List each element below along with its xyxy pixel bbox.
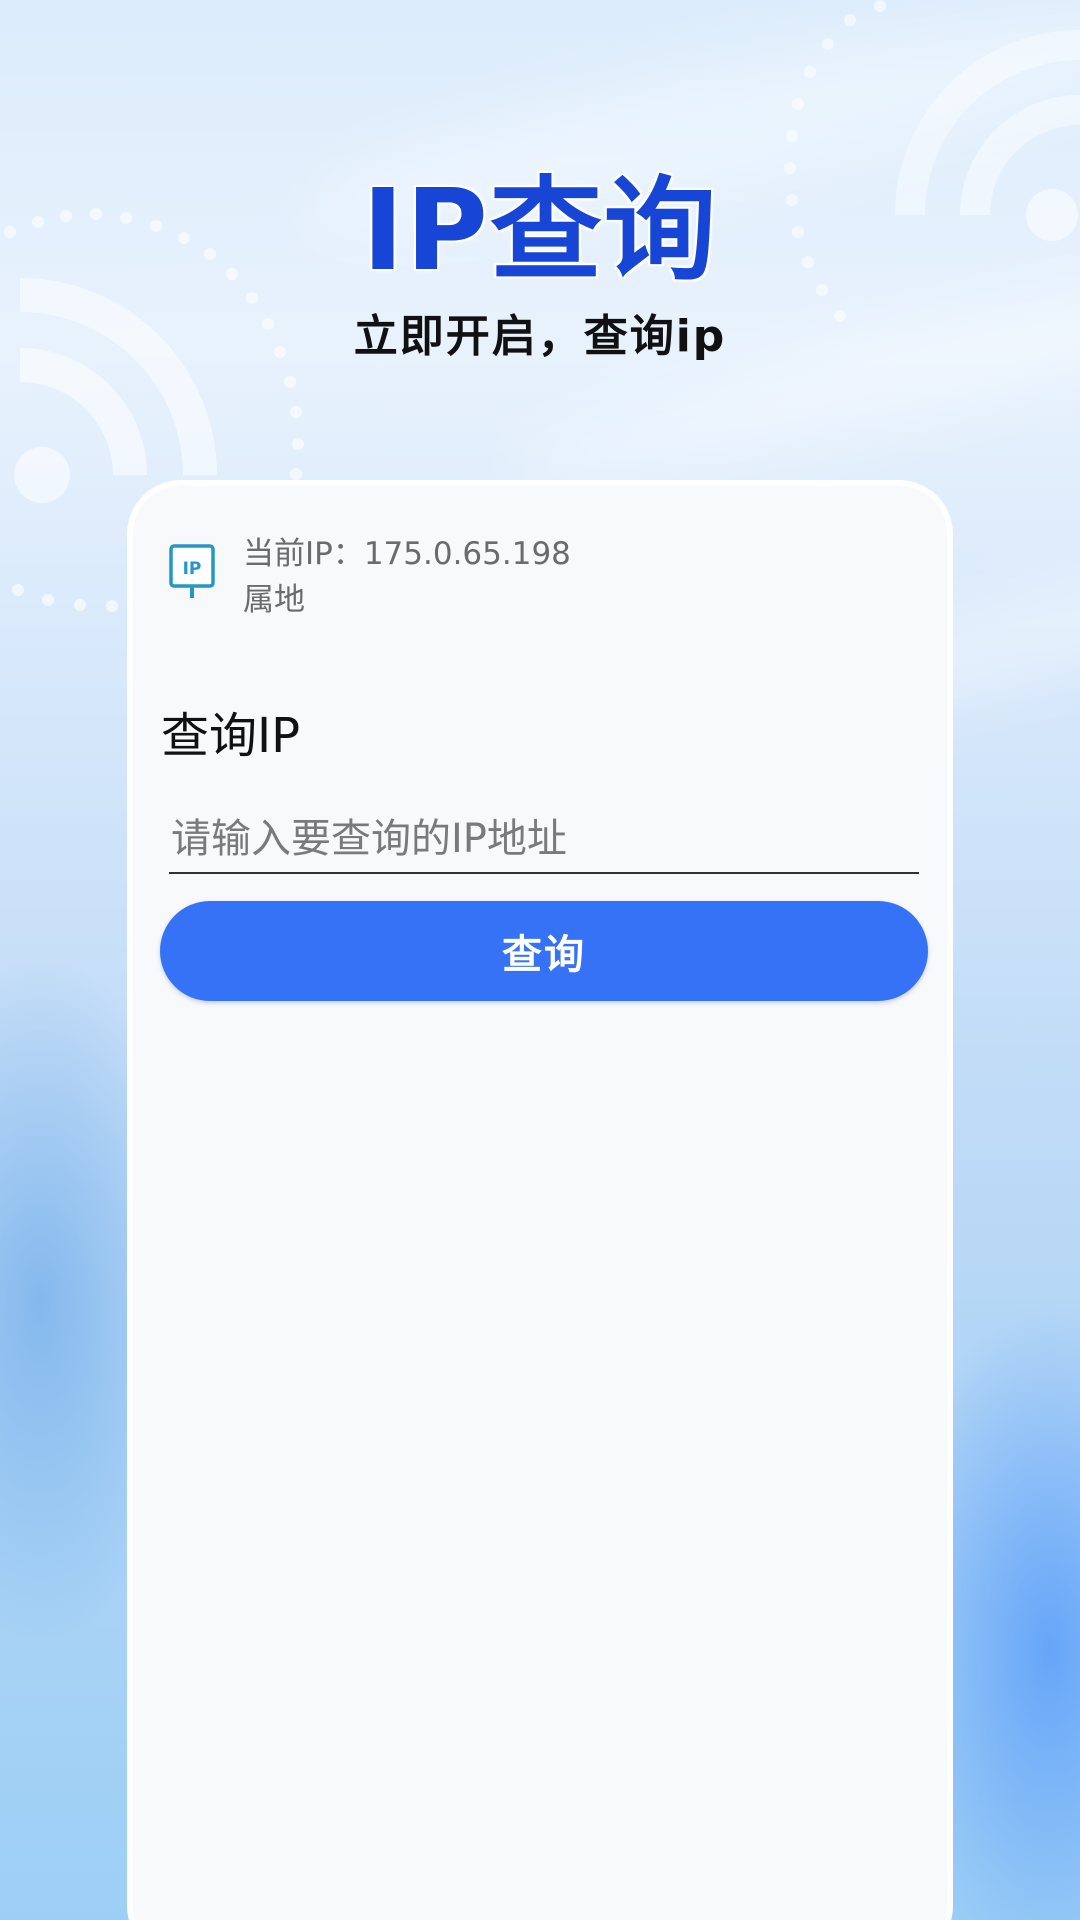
page-title: IP查询 [362,166,718,296]
current-ip-text: 当前IP：175.0.65.198 [243,536,571,572]
ip-address-input[interactable] [169,806,921,872]
section-title: 查询IP [161,708,301,764]
query-button[interactable]: 查询 [160,901,928,1001]
ip-location-text: 属地 [243,582,305,618]
query-card: IP 当前IP：175.0.65.198 属地 查询IP 查询 [127,480,953,1920]
page-subtitle: 立即开启，查询ip [353,311,727,362]
app-screen: IP查询 立即开启，查询ip IP 当前IP：175.0.65.198 属地 查… [0,0,1080,1920]
ip-monitor-icon-label: IP [183,559,202,579]
ip-monitor-icon: IP [169,544,215,598]
ip-input-container [169,806,921,874]
